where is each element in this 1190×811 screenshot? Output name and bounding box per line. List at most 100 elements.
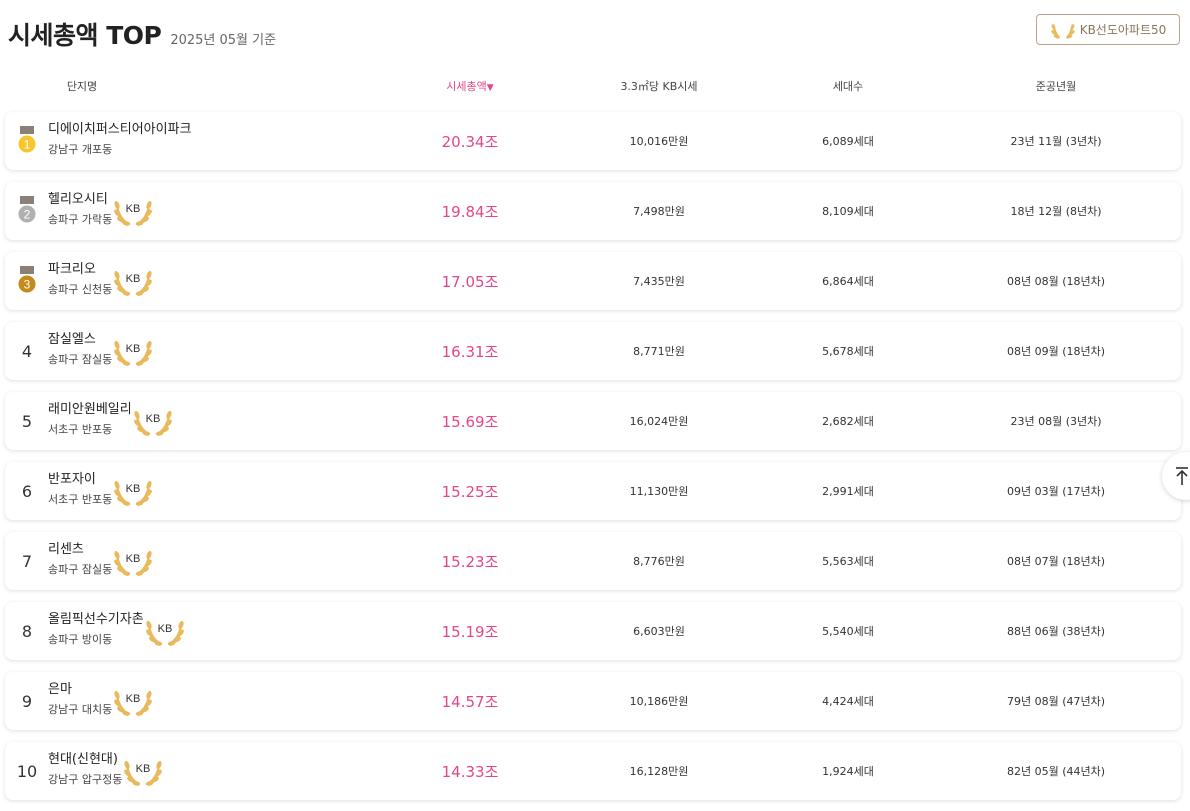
rank-number: 6 [21, 481, 33, 501]
complex-info: 반포자이서초구 반포동 KB [48, 471, 154, 510]
household-count: 5,563세대 [822, 555, 874, 568]
base-date: 2025년 05월 기준 [170, 33, 277, 48]
complex-name: 리센츠 [48, 542, 84, 557]
complex-location: 송파구 잠실동 [48, 353, 113, 366]
arrow-up-icon [1176, 467, 1188, 485]
kb-laurel-icon: KB [114, 340, 153, 366]
price-per-area: 16,024만원 [629, 415, 689, 428]
completion-date: 79년 08월 (47년차) [1006, 695, 1106, 708]
kb-badge-text: KB [126, 343, 141, 355]
svg-text:3: 3 [24, 278, 31, 292]
total-value: 14.33조 [441, 762, 499, 781]
kb-badge-text: KB [145, 413, 160, 425]
price-per-area: 6,603만원 [633, 625, 685, 638]
price-per-area: 7,498만원 [633, 205, 685, 218]
household-count: 2,682세대 [822, 415, 874, 428]
completion-date: 08년 07월 (18년차) [1006, 555, 1106, 568]
price-per-area: 11,130만원 [629, 485, 689, 498]
total-value: 16.31조 [441, 342, 499, 361]
complex-name: 현대(신현대) [48, 752, 118, 767]
svg-text:2: 2 [24, 208, 31, 222]
total-value: 15.19조 [441, 622, 499, 641]
household-count: 4,424세대 [822, 695, 874, 708]
completion-date: 18년 12월 (8년차) [1010, 205, 1102, 218]
table-row[interactable]: 1 디에이치퍼스티어아이파크 강남구 개포동 20.34조 10,016만원 6,089세… [5, 112, 1181, 170]
price-per-area: 10,186만원 [629, 695, 689, 708]
household-count: 2,991세대 [822, 485, 874, 498]
table-row[interactable]: 6 반포자이 서초구 반포동 KB 15.25조 11,130만원 2,991세대 09년 0… [5, 462, 1181, 520]
household-count: 5,678세대 [822, 345, 874, 358]
kb-badge-text: KB [126, 273, 141, 285]
price-per-area: 8,771만원 [633, 345, 685, 358]
complex-name: 반포자이 [48, 472, 96, 487]
silver-medal-icon: 2 [17, 196, 37, 224]
complex-location: 강남구 개포동 [48, 143, 113, 156]
table-row[interactable]: 9 은마 강남구 대치동 KB 14.57조 10,186만원 4,424세대 79년 08월… [5, 672, 1181, 730]
kb-laurel-icon: KB [114, 480, 153, 506]
column-header-households: 세대수 [832, 80, 864, 93]
total-value: 17.05조 [441, 272, 499, 291]
total-value: 15.69조 [441, 412, 499, 431]
rank-number: 4 [21, 341, 33, 361]
complex-location: 송파구 잠실동 [48, 563, 113, 576]
complex-location: 송파구 신천동 [48, 283, 113, 296]
page-title: 시세총액 TOP [8, 21, 162, 50]
completion-date: 82년 05월 (44년차) [1006, 765, 1106, 778]
complex-location: 송파구 가락동 [48, 213, 113, 226]
column-header-price-per-area: 3.3㎡당 KB시세 [620, 80, 698, 93]
household-count: 6,089세대 [822, 135, 874, 148]
price-per-area: 16,128만원 [629, 765, 689, 778]
complex-info: 헬리오시티송파구 가락동 KB [48, 191, 154, 230]
rank-number: 5 [21, 411, 33, 431]
column-header-completed: 준공년월 [1035, 80, 1077, 93]
price-per-area: 7,435만원 [633, 275, 685, 288]
household-count: 8,109세대 [822, 205, 874, 218]
sort-desc-icon: ▼ [486, 83, 494, 93]
complex-location: 강남구 압구정동 [48, 773, 123, 786]
ranking-list: 1 디에이치퍼스티어아이파크 강남구 개포동 20.34조 10,016만원 6,089세… [5, 112, 1181, 811]
price-per-area: 10,016만원 [629, 135, 689, 148]
complex-info: 디에이치퍼스티어아이파크 강남구 개포동 [48, 121, 192, 158]
gold-medal-icon: 1 [17, 126, 37, 154]
table-row[interactable]: 2 헬리오시티송파구 가락동 KB 19.84조 7,498만원 8,109세대 18년 1… [5, 182, 1181, 240]
complex-info: 잠실엘스송파구 잠실동 KB [48, 331, 154, 370]
kb-badge-text: KB [157, 623, 172, 635]
kb-laurel-icon: KB [114, 200, 153, 226]
rank-number: 9 [21, 691, 33, 711]
table-row[interactable]: 8 올림픽선수기자촌 송파구 방이동 KB 15.19조 6,603만원 5,540세대 88… [5, 602, 1181, 660]
complex-info: 현대(신현대) 강남구 압구정동 KB [48, 751, 164, 790]
complex-name: 파크리오 [48, 262, 96, 277]
kb-laurel-icon: KB [133, 410, 172, 436]
complex-name: 올림픽선수기자촌 [48, 612, 144, 627]
complex-info: 래미안원베일리 서초구 반포동 KB [48, 401, 174, 440]
kb-badge-text: KB [126, 693, 141, 705]
price-per-area: 8,776만원 [633, 555, 685, 568]
kb-badge-text: KB [136, 763, 151, 775]
complex-location: 서초구 반포동 [48, 493, 113, 506]
laurel-icon [1050, 22, 1075, 39]
column-header-total-value[interactable]: 시세총액▼ [446, 78, 493, 94]
rank-number: 7 [21, 551, 33, 571]
total-value-header-label: 시세총액 [446, 80, 487, 93]
kb50-filter-button[interactable]: KB선도아파트50 [1036, 14, 1180, 45]
complex-location: 강남구 대치동 [48, 703, 113, 716]
complex-name: 잠실엘스 [48, 332, 96, 347]
kb-laurel-icon: KB [114, 270, 153, 296]
completion-date: 08년 09월 (18년차) [1006, 345, 1106, 358]
complex-info: 리센츠 송파구 잠실동 KB [48, 541, 154, 580]
complex-info: 은마강남구 대치동 KB [48, 681, 154, 720]
complex-name: 헬리오시티 [48, 192, 108, 207]
table-row[interactable]: 10 현대(신현대) 강남구 압구정동 KB 14.33조 16,128만원 1,924세대… [5, 742, 1181, 800]
kb-badge-text: KB [126, 203, 141, 215]
completion-date: 23년 08월 (3년차) [1010, 415, 1102, 428]
total-value: 19.84조 [441, 202, 499, 221]
table-row[interactable]: 5 래미안원베일리 서초구 반포동 KB 15.69조 16,024만원 2,682세대 23… [5, 392, 1181, 450]
complex-name: 은마 [48, 682, 72, 697]
table-row[interactable]: 4 잠실엘스송파구 잠실동 KB 16.31조 8,771만원 5,678세대 08년 09… [5, 322, 1181, 380]
total-value: 15.25조 [441, 482, 499, 501]
complex-info: 파크리오송파구 신천동 KB [48, 261, 154, 300]
table-row[interactable]: 7 리센츠 송파구 잠실동 KB 15.23조 8,776만원 5,563세대 08년 07월… [5, 532, 1181, 590]
completion-date: 88년 06월 (38년차) [1006, 625, 1106, 638]
table-row[interactable]: 3 파크리오 송파구 신천동 KB 17.05조 7,435만원 6,864세대 08년 08… [5, 252, 1181, 310]
rank-number: 8 [21, 621, 33, 641]
